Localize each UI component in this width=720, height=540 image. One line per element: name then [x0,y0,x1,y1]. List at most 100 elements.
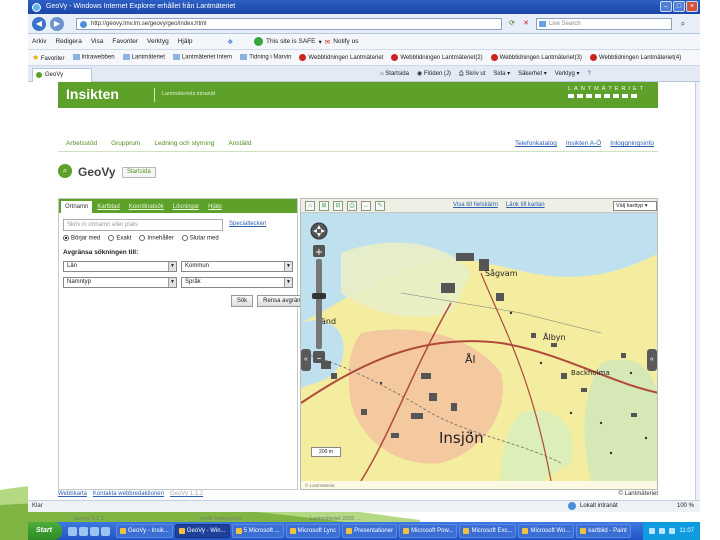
live-search-input[interactable]: Live Search [536,18,672,30]
nav-arbetsstod[interactable]: Arbetsstöd [66,140,97,147]
tray-icon[interactable] [659,528,666,534]
maximize-button[interactable]: □ [673,1,685,12]
tab-ortnamn[interactable]: Ortnamn [61,201,93,213]
radio-innehaller[interactable]: Innehåller [139,235,174,242]
help-icon[interactable]: ? [588,68,591,80]
site-logo[interactable]: Insikten [66,86,119,102]
measure-icon[interactable]: ↔ [361,201,371,211]
site-safety[interactable]: This site is SAFE ▾ ✉ Notify us [253,37,358,46]
favorites-button[interactable]: ★ Favoriter [32,53,65,62]
lan-select[interactable]: Län ▼ [63,261,177,272]
fav-item[interactable]: Webbtidningen Lantmäteriet(3) [490,53,582,61]
tray-icon[interactable] [669,528,676,534]
link-icon [72,54,80,61]
zoom-out-box-icon[interactable]: ⊟ [333,201,343,211]
task-presentationer[interactable]: Presentationer [342,524,398,538]
fav-item[interactable]: Tidning i Marvin [240,54,291,61]
footer-link-kontakta[interactable]: Kontakta webbredaktionen [93,491,164,497]
special-chars-link[interactable]: Specialtecken [229,221,266,227]
fav-item[interactable]: Lantmäteriet Intern [172,54,232,61]
tab-losningar[interactable]: Lösningar [169,201,203,213]
forward-button[interactable]: ▶ [50,17,64,31]
startsida-button[interactable]: Startsida [122,167,156,178]
menu-item-favoriter[interactable]: Favoriter [112,38,138,45]
toolbar-arrows-icon[interactable]: ✥ [228,38,233,46]
task-powerpoint[interactable]: Microsoft Pow... [399,524,458,538]
quick-launch-icon[interactable] [101,526,110,536]
collapse-left-arrow[interactable]: « [301,349,311,371]
tab-geovy[interactable]: GeoVy [32,68,92,82]
refresh-icon[interactable]: ⟳ [506,18,518,30]
task-word[interactable]: Microsoft Wo... [518,524,575,538]
task-excel[interactable]: Microsoft Exc... [459,524,517,538]
link-inloggningsinfo[interactable]: Inloggningsinfo [610,140,654,147]
sprak-select[interactable]: Språk ▼ [181,277,293,288]
zoom-in-box-icon[interactable]: ⊞ [319,201,329,211]
quick-launch-icon[interactable] [68,526,77,536]
safety-menu[interactable]: Säkerhet ▾ [518,68,547,80]
page-menu[interactable]: Sida ▾ [493,68,510,80]
task-paint[interactable]: kartbild - Paint [576,524,631,538]
task-lync[interactable]: Microsoft Lync [285,524,341,538]
print-icon[interactable]: ⎙ [347,201,357,211]
tools-menu[interactable]: Verktyg ▾ [555,68,580,80]
fav-item[interactable]: Lantmäteriet [122,54,165,61]
menu-item-arkiv[interactable]: Arkiv [32,38,46,45]
placename-search-input[interactable]: Skriv in ortnamn eller plats [63,219,223,231]
home-icon[interactable]: ⌂ [305,201,315,211]
search-button[interactable]: Sök [231,295,253,307]
quick-launch-icon[interactable] [79,526,88,536]
radio-exakt[interactable]: Exakt [108,235,131,242]
footer-link-webbkarta[interactable]: Webbkarta [58,491,87,497]
nav-anstalld[interactable]: Anställd [228,140,251,147]
task-geovy-window[interactable]: GeoVy - Win... [174,524,230,538]
vertical-scrollbar[interactable] [695,82,700,500]
tab-koordinatsok[interactable]: Koordinatsök [125,201,168,213]
site-header: Insikten Lantmäteriets intranät LANTMÄTE… [58,82,658,108]
tab-kartblad[interactable]: Kartblad [93,201,123,213]
namntyp-select[interactable]: Namntyp ▼ [63,277,177,288]
nav-grupprum[interactable]: Grupprum [111,140,140,147]
quick-launch-icon[interactable] [90,526,99,536]
url-input[interactable]: http://geovy.lmv.lm.se/geovy/geo/index.h… [76,18,502,30]
map-type-select[interactable]: Välj karttyp ▾ [613,201,657,211]
fav-item[interactable]: Webbtidningen Lantmäteriet(4) [589,53,681,61]
zoom-control[interactable]: + – [309,221,329,371]
fav-item[interactable]: Webbtidningen Lantmäteriet [299,53,383,61]
map-link-link[interactable]: Länk till kartan [506,202,545,208]
home-button[interactable]: ⌂ Startsida [380,68,409,80]
task-geovy-insikten[interactable]: GeoVy - Insik... [116,524,173,538]
radio-borjar-med[interactable]: Börjar med [63,235,100,242]
link-telefonkatalog[interactable]: Telefonkatalog [515,140,557,147]
zoom-level[interactable]: 100 % [677,501,694,512]
start-button[interactable]: Start [28,522,62,540]
window-title: GeoVy - Windows Internet Explorer erhåll… [46,3,236,10]
pencil-icon[interactable]: ✎ [375,201,385,211]
task-microsoft-group[interactable]: 5 Microsoft ... [231,524,284,538]
menu-item-hjalp[interactable]: Hjälp [178,38,193,45]
fav-item[interactable]: Webbtidningen Lantmäteriet(2) [391,53,483,61]
fullscreen-link[interactable]: Visa till helskärm [453,202,498,208]
link-insikten-a-o[interactable]: Insikten A-Ö [566,140,601,147]
print-button[interactable]: ⎙ Skriv ut [459,68,485,80]
back-button[interactable]: ◀ [32,17,46,31]
kommun-select[interactable]: Kommun ▼ [181,261,293,272]
feeds-button[interactable]: ◉ Flöden (J) [417,68,451,80]
minimize-button[interactable]: – [660,1,672,12]
radio-slutar-med[interactable]: Slutar med [181,235,219,242]
tab-hjalp[interactable]: Hjälp [204,201,226,213]
tray-icon[interactable] [649,528,656,534]
menu-item-verktyg[interactable]: Verktyg [147,38,169,45]
menu-item-redigera[interactable]: Redigera [55,38,81,45]
expand-right-arrow[interactable]: « [647,349,657,371]
app-icon [463,528,470,534]
menu-item-visa[interactable]: Visa [91,38,104,45]
stop-icon[interactable]: ✕ [520,18,532,30]
search-icon[interactable]: ⌕ [676,18,690,30]
clock[interactable]: 11:07 [679,522,694,540]
close-button[interactable]: × [686,1,698,12]
map-panel[interactable]: ⌂ ⊞ ⊟ ⎙ ↔ ✎ Visa till helskärm Länk till… [300,198,658,490]
notify-text[interactable]: Notify us [333,38,358,45]
nav-ledning[interactable]: Ledning och styrning [154,140,214,147]
fav-item[interactable]: Intrawebben [72,54,115,61]
